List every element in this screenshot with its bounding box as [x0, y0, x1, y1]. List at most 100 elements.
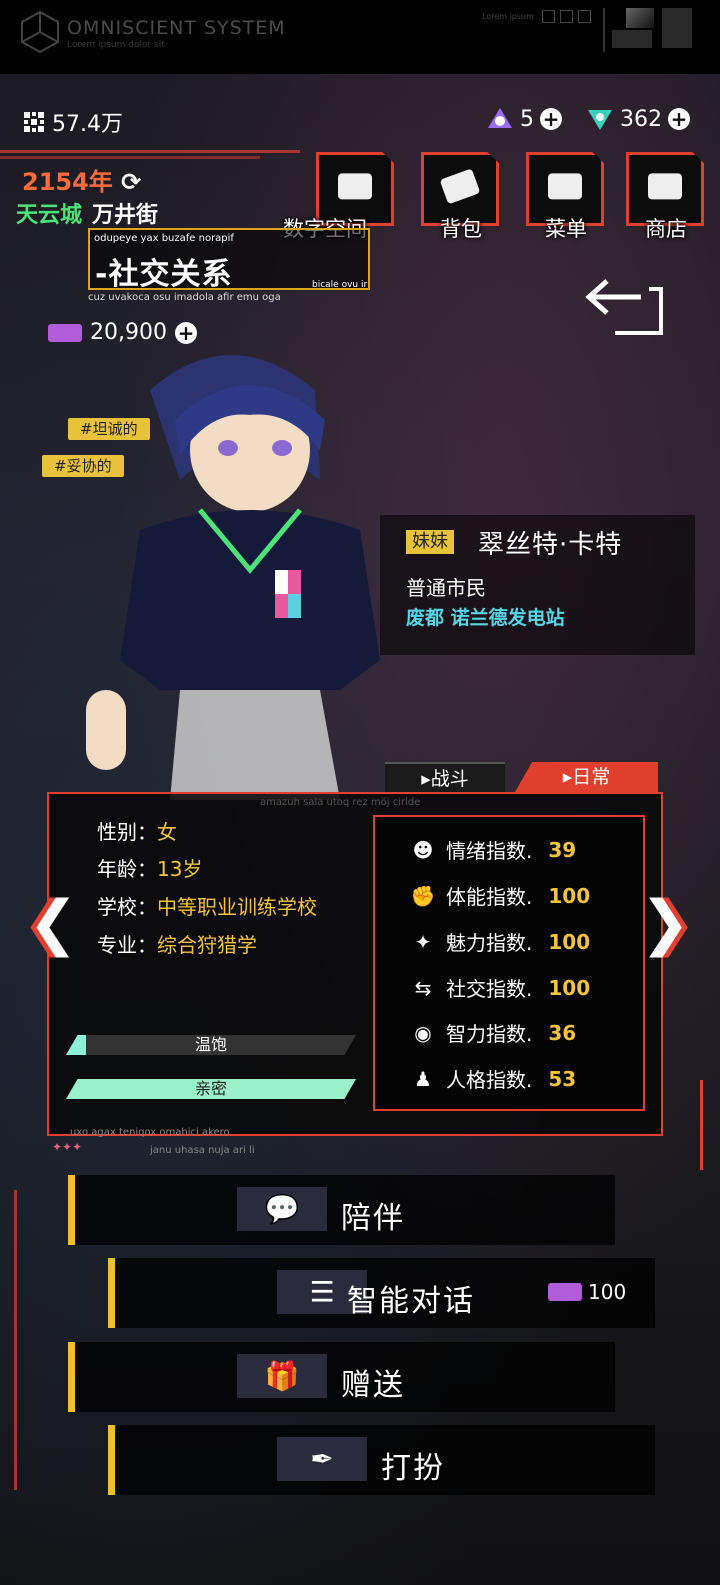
- stat-label: 情绪指数.: [446, 839, 533, 863]
- card-dots-icon: ✦✦✦: [52, 1140, 83, 1154]
- stat-label: 魅力指数.: [446, 931, 533, 955]
- year-value: 2154年: [22, 168, 113, 196]
- token-icon: [488, 108, 512, 128]
- tab-battle[interactable]: ▸战斗: [385, 762, 505, 794]
- tab-daily[interactable]: ▸日常: [515, 762, 658, 792]
- topbar-gradient-icon: [626, 8, 654, 28]
- card-lorem: amazuh sala utoq rez möj ciride: [260, 797, 421, 808]
- stat-social: ⇆ 社交指数. 100: [410, 973, 591, 1002]
- tokens-value: 5: [520, 106, 534, 132]
- page-title-right: bicale ovu ir: [312, 280, 368, 290]
- crystal-icon: [588, 110, 612, 130]
- eye-icon: ◉: [414, 1020, 432, 1045]
- shop-label: 商店: [645, 217, 687, 241]
- topbar-placeholder: [612, 30, 652, 48]
- stat-charm: ✦ 魅力指数. 100: [410, 927, 591, 956]
- city-label: 天云城 万井街: [16, 197, 158, 229]
- stat-value: 53: [548, 1066, 577, 1091]
- page-title-top: odupeye yax buzafe norapif: [94, 233, 234, 244]
- street-name: 万井街: [92, 203, 159, 228]
- stat-value: 39: [548, 837, 577, 862]
- stat-stamina: ✊ 体能指数. 100: [410, 881, 591, 910]
- coins-value: 57.4万: [52, 112, 123, 137]
- profile-value: 13岁: [157, 857, 203, 881]
- gift-button[interactable]: 🎁 赠送: [68, 1342, 615, 1412]
- intimacy-label: 亲密: [194, 1079, 227, 1098]
- system-subtitle: Lorem ipsum dolor sit: [67, 40, 165, 50]
- year-label: 2154年 ⟳: [22, 162, 141, 197]
- divider-line: [0, 150, 300, 153]
- window-box-icon: [578, 10, 591, 23]
- layers-icon: [338, 173, 372, 200]
- game-screen: { "topbar": { "title": "OMNISCIENT SYSTE…: [0, 0, 720, 1585]
- satiety-label: 温饱: [194, 1035, 227, 1054]
- menu-label: 菜单: [545, 217, 587, 241]
- profile-value: 女: [157, 820, 177, 844]
- accompany-button[interactable]: 💬 陪伴: [68, 1175, 615, 1245]
- smart-chat-label: 智能对话: [347, 1284, 475, 1319]
- coin-icon: [24, 112, 44, 132]
- profile-key: 学校：: [97, 895, 157, 919]
- cart-icon: [648, 173, 682, 200]
- page-title-bottom: cuz uvakoca osu imadola afir emu oga: [88, 292, 281, 303]
- window-box-icon: [560, 10, 573, 23]
- character-portrait: [86, 355, 380, 800]
- person-icon: ♟: [414, 1066, 432, 1091]
- add-crystals-button[interactable]: +: [668, 108, 690, 130]
- gift-label: 赠送: [341, 1368, 405, 1403]
- bag-label: 背包: [440, 217, 482, 241]
- intimacy-bar: 亲密: [66, 1079, 356, 1099]
- dress-up-label: 打扮: [381, 1451, 445, 1486]
- social-icon: ⇆: [414, 975, 432, 1000]
- stat-value: 100: [548, 883, 591, 908]
- profile-major: 专业：综合狩猎学: [97, 929, 257, 958]
- stat-value: 100: [548, 975, 591, 1000]
- system-logo-icon: [21, 10, 59, 54]
- gem-icon: [48, 323, 82, 342]
- prev-character-arrow-icon[interactable]: ❮: [28, 888, 78, 958]
- profile-school: 学校：中等职业训练学校: [97, 891, 317, 920]
- system-title: OMNISCIENT SYSTEM: [67, 17, 286, 39]
- refresh-icon[interactable]: ⟳: [121, 168, 141, 196]
- next-character-arrow-icon[interactable]: ❯: [640, 888, 690, 958]
- fist-icon: ✊: [410, 883, 436, 908]
- stat-label: 社交指数.: [446, 977, 533, 1001]
- stat-value: 36: [548, 1020, 577, 1045]
- city-name: 天云城: [16, 203, 83, 228]
- coins-resource: 57.4万: [22, 106, 123, 138]
- window-box-icon: [542, 10, 555, 23]
- profile-gender: 性别：女: [97, 816, 177, 845]
- profile-value: 综合狩猎学: [157, 933, 257, 957]
- stat-label: 体能指数.: [446, 885, 533, 909]
- profile-age: 年龄：13岁: [97, 853, 202, 882]
- dress-up-button[interactable]: ✒ 打扮: [108, 1425, 655, 1495]
- tie-icon: ✒: [277, 1437, 367, 1481]
- topbar-divider: [603, 8, 605, 52]
- stat-intelligence: ◉ 智力指数. 36: [410, 1018, 576, 1047]
- back-arrow-icon[interactable]: [585, 275, 665, 337]
- topbar-placeholder: [662, 8, 692, 48]
- character-name: 翠丝特·卡特: [478, 530, 623, 560]
- tab-daily-label: 日常: [572, 766, 611, 788]
- sparkle-icon: ✦: [414, 929, 432, 954]
- tokens-resource: 5 +: [486, 106, 562, 132]
- satiety-bar: 温饱: [66, 1035, 356, 1055]
- tab-battle-label: 战斗: [430, 768, 469, 790]
- accompany-label: 陪伴: [341, 1201, 405, 1236]
- character-location: 废都 诺兰德发电站: [406, 607, 565, 629]
- topbar-lorem: Lorem ipsum: [482, 12, 534, 21]
- stat-personality: ♟ 人格指数. 53: [410, 1064, 576, 1093]
- character-role: 普通市民: [406, 576, 486, 600]
- add-tokens-button[interactable]: +: [540, 108, 562, 130]
- crystals-value: 362: [620, 106, 662, 132]
- divider-line: [0, 156, 260, 159]
- gem-icon: [548, 1283, 582, 1301]
- relation-badge: 妹妹: [406, 530, 454, 554]
- card-footer-text: uxo agax teniqox omahici akero: [70, 1127, 230, 1138]
- profile-key: 性别：: [97, 820, 157, 844]
- chat-cost: 100: [548, 1280, 626, 1304]
- face-icon: ☻: [412, 837, 434, 862]
- card-footer-text: janu uhasa nuja ari li: [150, 1145, 255, 1156]
- stat-emotion: ☻ 情绪指数. 39: [410, 835, 577, 864]
- crystals-resource: 362 +: [586, 106, 690, 132]
